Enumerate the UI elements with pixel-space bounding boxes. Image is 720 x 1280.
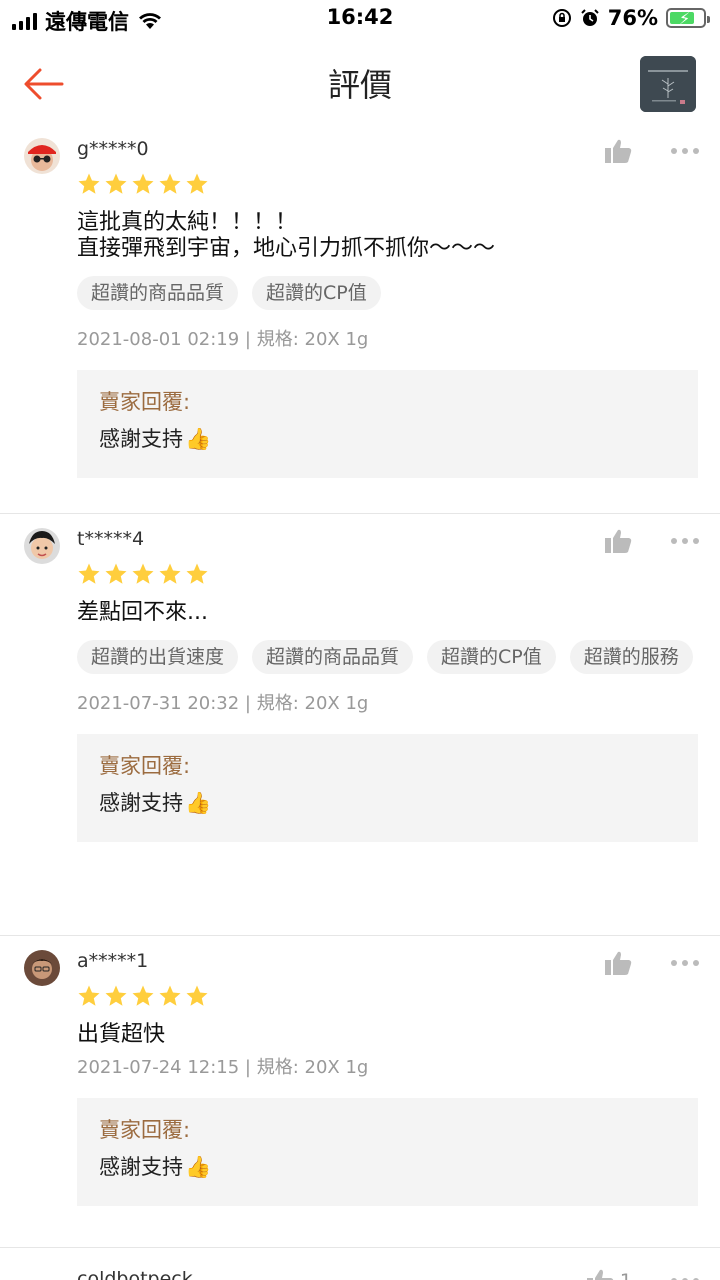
more-options-icon[interactable] bbox=[670, 959, 700, 967]
thumbs-up-icon: 👍 bbox=[185, 427, 212, 451]
alarm-icon bbox=[581, 9, 599, 26]
star-icon bbox=[186, 563, 208, 584]
username: coldbotpeck bbox=[77, 1268, 193, 1280]
battery-icon: ⚡ bbox=[666, 8, 710, 28]
seller-reply-label: 賣家回覆: bbox=[99, 390, 191, 414]
like-icon[interactable] bbox=[604, 528, 632, 554]
review-tag: 超讚的CP值 bbox=[252, 276, 381, 310]
review-comment: 這批真的太純！！！！ 直接彈飛到宇宙，地心引力抓不抓你～～～ bbox=[77, 210, 496, 261]
star-icon bbox=[186, 985, 208, 1006]
product-thumbnail[interactable] bbox=[640, 56, 696, 112]
star-icon bbox=[132, 563, 154, 584]
like-icon[interactable] bbox=[586, 1268, 614, 1280]
product-image bbox=[640, 56, 696, 112]
like-icon[interactable] bbox=[604, 138, 632, 164]
star-icon bbox=[105, 563, 127, 584]
star-rating bbox=[77, 172, 698, 196]
nav-bar: 評價 bbox=[0, 44, 720, 120]
seller-reply-text: 感謝支持 bbox=[99, 1155, 183, 1179]
review-item: coldbotpeck 1 bbox=[0, 1248, 720, 1280]
seller-reply-text: 感謝支持 bbox=[99, 791, 183, 815]
thumbs-up-icon: 👍 bbox=[185, 791, 212, 815]
star-icon bbox=[159, 985, 181, 1006]
star-icon bbox=[159, 173, 181, 194]
review-tag: 超讚的商品品質 bbox=[252, 640, 414, 674]
rotation-lock-icon bbox=[552, 9, 571, 27]
like-icon[interactable] bbox=[604, 950, 632, 976]
battery-percentage: 76% bbox=[607, 6, 658, 30]
avatar[interactable] bbox=[24, 950, 60, 986]
more-options-icon[interactable] bbox=[670, 147, 700, 155]
review-tag: 超讚的CP值 bbox=[427, 640, 556, 674]
seller-reply: 賣家回覆: 感謝支持 👍 bbox=[77, 370, 698, 478]
review-item: t*****4 差點回不來... 超讚的出貨速度 超讚的商品品質 超讚的CP值 … bbox=[0, 514, 720, 936]
review-meta: 2021-07-24 12:15 | 規格: 20X 1g bbox=[77, 1057, 369, 1078]
review-tags: 超讚的出貨速度 超讚的商品品質 超讚的CP值 超讚的服務 bbox=[77, 640, 698, 674]
star-icon bbox=[159, 563, 181, 584]
review-item: a*****1 出貨超快 2021-07-24 12:15 | 規格: 20X … bbox=[0, 936, 720, 1248]
seller-reply-label: 賣家回覆: bbox=[99, 754, 191, 778]
review-tag: 超讚的商品品質 bbox=[77, 276, 239, 310]
star-icon bbox=[105, 173, 127, 194]
like-count: 1 bbox=[620, 1270, 632, 1280]
review-item: g*****0 這批真的太純！！！！ 直接彈飛到宇宙，地心引力抓不抓你～～～ 超… bbox=[0, 124, 720, 514]
star-icon bbox=[78, 563, 100, 584]
review-tag: 超讚的出貨速度 bbox=[77, 640, 239, 674]
star-icon bbox=[186, 173, 208, 194]
avatar[interactable] bbox=[24, 528, 60, 564]
page-title: 評價 bbox=[327, 66, 392, 104]
status-bar: 遠傳電信 16:42 76% ⚡ bbox=[0, 0, 720, 36]
star-icon bbox=[132, 173, 154, 194]
review-meta: 2021-08-01 02:19 | 規格: 20X 1g bbox=[77, 329, 369, 350]
star-icon bbox=[78, 985, 100, 1006]
more-options-icon[interactable] bbox=[670, 537, 700, 545]
star-icon bbox=[132, 985, 154, 1006]
avatar[interactable] bbox=[24, 138, 60, 174]
thumbs-up-icon: 👍 bbox=[185, 1155, 212, 1179]
star-icon bbox=[78, 173, 100, 194]
seller-reply: 賣家回覆: 感謝支持 👍 bbox=[77, 734, 698, 842]
review-tags: 超讚的商品品質 超讚的CP值 bbox=[77, 276, 698, 310]
star-icon bbox=[105, 985, 127, 1006]
review-meta: 2021-07-31 20:32 | 規格: 20X 1g bbox=[77, 693, 369, 714]
review-list: g*****0 這批真的太純！！！！ 直接彈飛到宇宙，地心引力抓不抓你～～～ 超… bbox=[0, 124, 720, 1280]
seller-reply-label: 賣家回覆: bbox=[99, 1118, 191, 1142]
review-comment: 差點回不來... bbox=[77, 600, 208, 625]
review-comment: 出貨超快 bbox=[77, 1022, 166, 1047]
star-rating bbox=[77, 562, 698, 586]
seller-reply-text: 感謝支持 bbox=[99, 427, 183, 451]
star-rating bbox=[77, 984, 698, 1008]
review-tag: 超讚的服務 bbox=[569, 640, 693, 674]
seller-reply: 賣家回覆: 感謝支持 👍 bbox=[77, 1098, 698, 1206]
